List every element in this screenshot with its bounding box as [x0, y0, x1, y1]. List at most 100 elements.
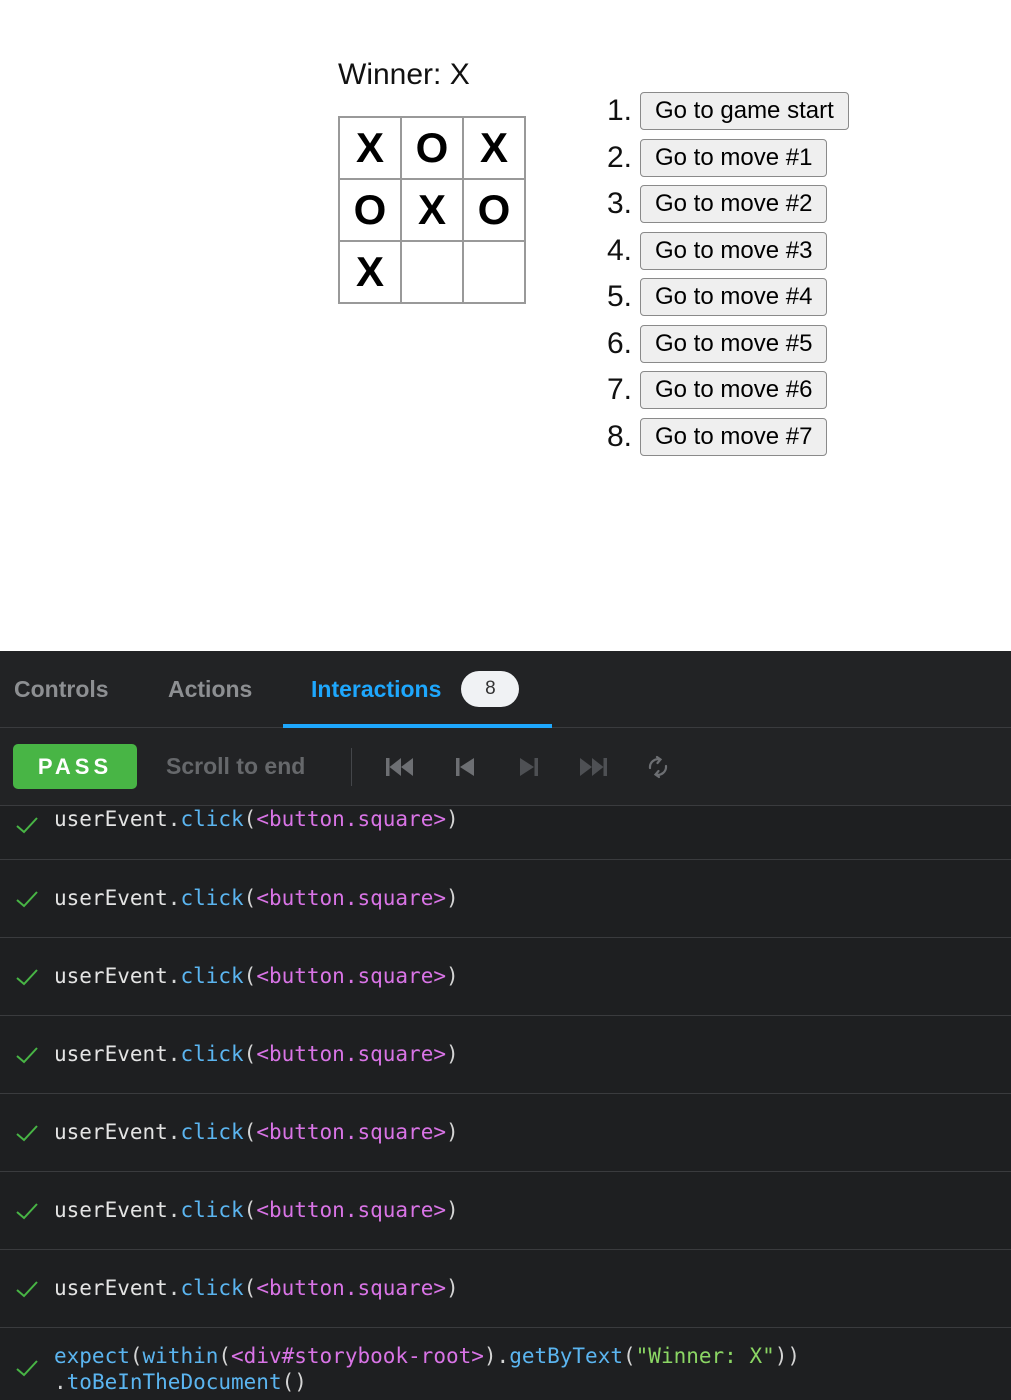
code-function: toBeInTheDocument	[66, 1370, 282, 1394]
move-number: 3.	[606, 187, 632, 221]
code-punct: (	[243, 807, 257, 831]
move-history-item: 8. Go to move #7	[598, 414, 849, 461]
code-punct: )	[445, 1276, 459, 1300]
go-to-move-button[interactable]: Go to move #2	[640, 185, 828, 224]
code-object: userEvent	[54, 1198, 168, 1222]
tab-actions[interactable]: Actions	[168, 651, 252, 727]
check-icon	[16, 1125, 38, 1142]
code-method: click	[180, 964, 244, 988]
code-punct: )	[445, 886, 459, 910]
game-status: Winner: X	[338, 58, 470, 91]
go-to-move-button[interactable]: Go to move #4	[640, 278, 828, 317]
move-history-item: 3. Go to move #2	[598, 181, 849, 228]
move-number: 5.	[606, 280, 632, 314]
code-method: click	[180, 886, 244, 910]
tab-controls[interactable]: Controls	[14, 651, 109, 727]
move-history-item: 4. Go to move #3	[598, 228, 849, 275]
check-icon	[16, 1047, 38, 1064]
code-punct: (	[243, 886, 257, 910]
code-element: <button.square>	[256, 807, 446, 831]
step-code: userEvent.click(<button.square>)	[54, 1197, 459, 1223]
step-forward-icon[interactable]	[512, 750, 546, 784]
code-element: <button.square>	[256, 1120, 446, 1144]
code-punct: (	[243, 1120, 257, 1144]
code-object: userEvent	[54, 807, 168, 831]
board-square[interactable]: X	[401, 179, 463, 241]
code-string: "Winner: X"	[635, 1344, 775, 1368]
interaction-step[interactable]: expect(within(<div#storybook-root>).getB…	[0, 1328, 1011, 1400]
step-code: userEvent.click(<button.square>)	[54, 1041, 459, 1067]
code-element: <div#storybook-root>	[231, 1344, 484, 1368]
check-icon	[16, 969, 38, 986]
rerun-icon[interactable]	[641, 750, 675, 784]
interactions-count-badge: 8	[461, 671, 520, 707]
code-punct: .	[167, 807, 181, 831]
game-board: X O X O X O X	[338, 116, 526, 304]
board-square[interactable]: O	[339, 179, 401, 241]
code-method: click	[180, 1120, 244, 1144]
code-punct: )	[445, 1042, 459, 1066]
interaction-step[interactable]: userEvent.click(<button.square>)	[0, 1094, 1011, 1172]
go-to-move-button[interactable]: Go to move #5	[640, 324, 828, 363]
move-history-item: 2. Go to move #1	[598, 135, 849, 182]
go-to-move-button[interactable]: Go to move #7	[640, 417, 828, 456]
code-punct: (	[243, 1198, 257, 1222]
tab-interactions[interactable]: Interactions 8	[311, 651, 520, 727]
check-icon	[16, 1203, 38, 1220]
code-punct: .	[167, 886, 181, 910]
board-square[interactable]: O	[401, 117, 463, 179]
interaction-step[interactable]: userEvent.click(<button.square>)	[0, 860, 1011, 938]
board-square[interactable]: X	[463, 117, 525, 179]
code-function: expect	[54, 1344, 130, 1368]
code-element: <button.square>	[256, 1276, 446, 1300]
board-square[interactable]: X	[339, 241, 401, 303]
code-function: within	[142, 1344, 219, 1368]
move-number: 7.	[606, 373, 632, 407]
code-element: <button.square>	[256, 964, 446, 988]
board-square[interactable]: X	[339, 117, 401, 179]
interaction-step[interactable]: userEvent.click(<button.square>)	[0, 1016, 1011, 1094]
check-icon	[16, 1360, 38, 1377]
code-function: getByText	[509, 1344, 623, 1368]
check-icon	[16, 1281, 38, 1298]
go-to-move-button[interactable]: Go to move #6	[640, 371, 828, 410]
rewind-to-start-icon[interactable]	[383, 750, 417, 784]
code-object: userEvent	[54, 886, 168, 910]
code-punct: (	[243, 1042, 257, 1066]
step-code: userEvent.click(<button.square>)	[54, 963, 459, 989]
code-element: <button.square>	[256, 886, 446, 910]
step-code: userEvent.click(<button.square>)	[54, 885, 459, 911]
go-to-move-button[interactable]: Go to game start	[640, 92, 849, 131]
move-number: 1.	[606, 94, 632, 128]
board-square[interactable]: O	[463, 179, 525, 241]
code-punct: ).	[483, 1344, 510, 1368]
code-object: userEvent	[54, 1042, 168, 1066]
code-punct: .	[54, 1370, 67, 1394]
scroll-to-end-button[interactable]: Scroll to end	[166, 728, 305, 805]
step-code: expect(within(<div#storybook-root>).getB…	[54, 1343, 800, 1395]
go-to-move-button[interactable]: Go to move #3	[640, 231, 828, 270]
move-number: 8.	[606, 419, 632, 453]
board-square[interactable]	[463, 241, 525, 303]
step-back-icon[interactable]	[448, 750, 482, 784]
step-code: userEvent.click(<button.square>)	[54, 806, 459, 832]
code-method: click	[180, 1042, 244, 1066]
code-object: userEvent	[54, 1276, 168, 1300]
move-number: 2.	[606, 140, 632, 174]
code-punct: .	[167, 1276, 181, 1300]
code-object: userEvent	[54, 964, 168, 988]
code-punct: .	[167, 1042, 181, 1066]
interaction-step[interactable]: userEvent.click(<button.square>)	[0, 1250, 1011, 1328]
code-punct: )	[445, 1198, 459, 1222]
interaction-step[interactable]: userEvent.click(<button.square>)	[0, 938, 1011, 1016]
interaction-steps-list: userEvent.click(<button.square>) userEve…	[0, 806, 1011, 1400]
code-element: <button.square>	[256, 1042, 446, 1066]
go-to-move-button[interactable]: Go to move #1	[640, 138, 828, 177]
board-square[interactable]	[401, 241, 463, 303]
game-preview: Winner: X X O X O X O X 1. Go to game sta…	[0, 0, 1011, 651]
check-icon	[16, 891, 38, 908]
skip-to-end-icon[interactable]	[576, 750, 610, 784]
code-object: userEvent	[54, 1120, 168, 1144]
interaction-step[interactable]: userEvent.click(<button.square>)	[0, 806, 1011, 860]
interaction-step[interactable]: userEvent.click(<button.square>)	[0, 1172, 1011, 1250]
